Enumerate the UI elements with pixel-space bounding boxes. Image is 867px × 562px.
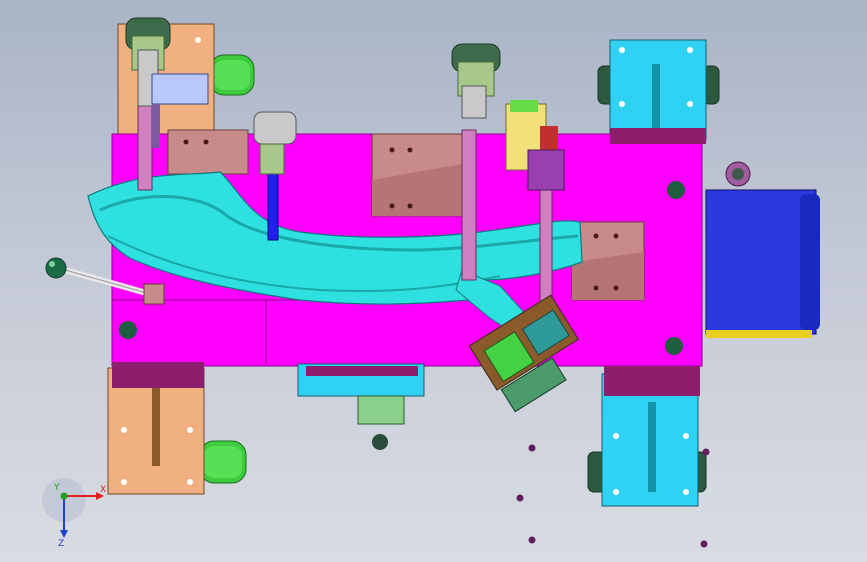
z-axis-label: Z <box>58 539 64 549</box>
fixture-model[interactable]: X Y Z <box>0 0 867 562</box>
axis-triad: X Y Z <box>42 478 106 549</box>
x-axis-label: X <box>100 485 106 495</box>
clamp-rod-center <box>461 129 477 281</box>
support-block-center <box>371 133 463 217</box>
y-axis-label: Y <box>53 483 60 493</box>
cad-viewport[interactable]: X Y Z <box>0 0 867 562</box>
support-block-left <box>167 129 249 175</box>
bottom-locator <box>297 363 425 450</box>
toggle-clamp-center[interactable] <box>451 43 501 119</box>
locator-block-top-right <box>609 39 707 141</box>
air-cylinder-icon[interactable] <box>705 161 820 338</box>
support-block-right <box>571 221 645 301</box>
y-axis-icon <box>60 492 68 500</box>
caster-wheel-top-left <box>209 54 255 96</box>
caster-wheel-bottom-left <box>199 440 247 484</box>
